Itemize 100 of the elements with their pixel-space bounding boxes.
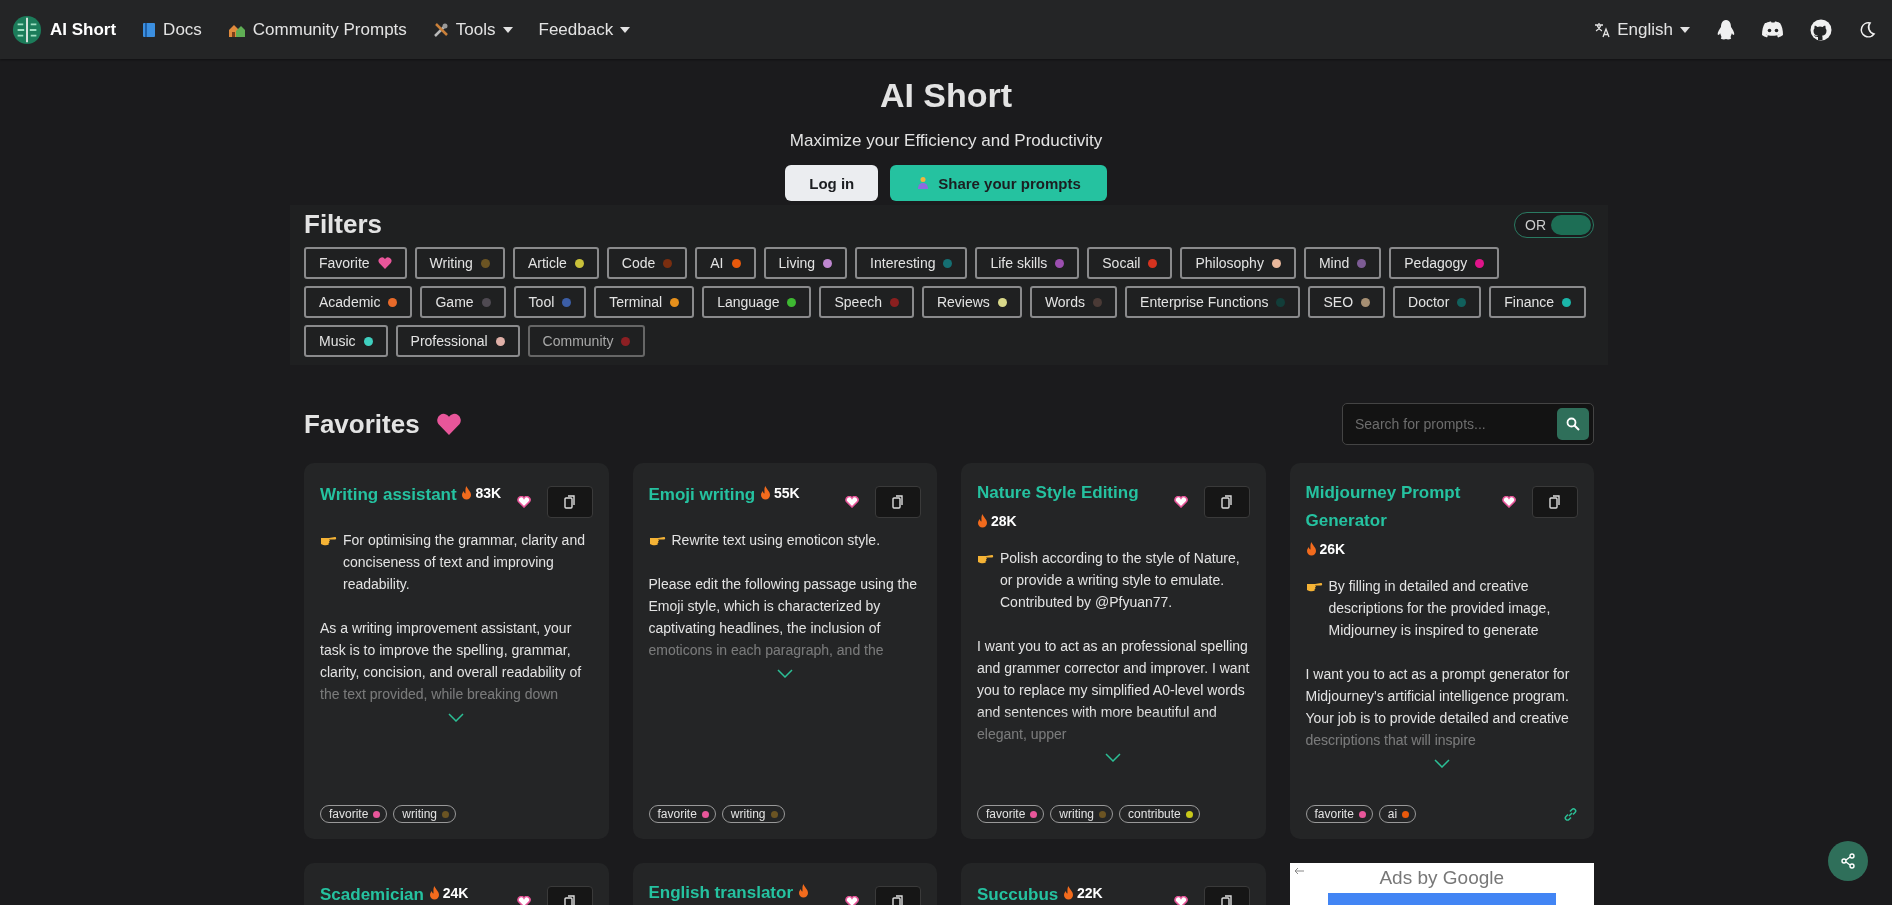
page-subtitle: Maximize your Efficiency and Productivity [789, 131, 1103, 151]
heart-icon[interactable] [1502, 496, 1516, 508]
copy-button[interactable] [546, 486, 593, 518]
filter-tag[interactable]: Game [420, 286, 506, 318]
card-title[interactable]: Succubus [977, 881, 1059, 905]
flame-icon [1063, 886, 1074, 900]
copy-button[interactable] [1532, 486, 1578, 518]
language-dropdown[interactable]: English [1594, 19, 1690, 40]
filter-tag[interactable]: SEO [1308, 286, 1386, 318]
card-title[interactable]: Emoji writing [648, 481, 756, 509]
favorites-title: Favorites [304, 408, 420, 440]
copy-icon [563, 495, 576, 509]
card-title[interactable]: Writing assistant [320, 481, 457, 509]
card-title[interactable]: English translator [648, 879, 794, 905]
search-field[interactable]: Search for prompts... [1353, 415, 1557, 433]
copy-icon [1220, 895, 1233, 905]
link-icon[interactable] [1563, 806, 1578, 822]
heart-icon[interactable] [516, 496, 531, 508]
card-description: I want you to act as a prompt generator for Midjourney's artificial intelligence program. Your job is to provide detailed and creative descriptions that will inspire [1305, 665, 1571, 750]
filter-tag[interactable]: Philosophy [1180, 247, 1296, 279]
filter-tag[interactable]: Words [1029, 286, 1118, 318]
praying-person-icon [916, 176, 931, 190]
filter-tag[interactable]: Enterprise Functions [1125, 286, 1301, 318]
nav-link[interactable]: Community Prompts [227, 19, 407, 40]
nav-link[interactable]: Feedback [538, 19, 631, 40]
heart-icon[interactable] [845, 496, 859, 508]
tools-icon [432, 21, 449, 38]
heart-icon[interactable] [845, 896, 859, 905]
filters-title: Filters [304, 209, 383, 240]
heart-icon [435, 413, 462, 435]
flame-icon [461, 486, 473, 500]
chevron-down-icon[interactable] [776, 669, 793, 678]
copy-button[interactable] [1203, 486, 1250, 518]
card-summary: Polish according to the style of Nature, or provide a writing style to emulate. Contributed by @Pfyuan77. [1000, 549, 1241, 612]
filter-tag[interactable]: Interesting [855, 247, 968, 279]
copy-icon [563, 895, 576, 905]
penguin-icon[interactable] [1716, 18, 1736, 41]
translate-icon [1594, 21, 1611, 38]
filter-tag[interactable]: Mind [1303, 247, 1382, 279]
search-button[interactable] [1557, 408, 1589, 440]
card-title[interactable]: Nature Style Editing [977, 479, 1139, 507]
chevron-down-icon[interactable] [1433, 759, 1450, 768]
chevron-down-icon[interactable] [1105, 753, 1122, 762]
brand-link[interactable]: AI Short [50, 19, 117, 40]
caret-icon [620, 26, 631, 33]
card-title[interactable]: Midjourney Prompt Generator [1305, 479, 1494, 535]
brain-logo-icon[interactable] [12, 14, 42, 45]
github-icon[interactable] [1810, 18, 1832, 41]
back-arrow-icon[interactable] [1293, 867, 1304, 875]
card-description: I want you to act as an professional spelling and grammer corrector and improver. I want you to replace my simplified A0-level words and sentences with more beautiful and elegant, upper [977, 637, 1250, 744]
heart-icon[interactable] [1173, 896, 1188, 905]
filter-tag[interactable]: Writing [414, 247, 505, 279]
flame-icon [1305, 542, 1317, 556]
filter-tag[interactable]: Finance [1489, 286, 1587, 318]
flame-icon [797, 884, 809, 898]
heart-icon[interactable] [516, 896, 531, 905]
discord-icon[interactable] [1762, 21, 1784, 38]
caret-icon [502, 26, 513, 33]
share-icon [1840, 853, 1856, 869]
filter-tag[interactable]: Academic [304, 286, 413, 318]
filter-tag[interactable]: Life skills [975, 247, 1080, 279]
card-summary: Rewrite text using emoticon style. [671, 531, 881, 550]
filter-tag[interactable]: Socail [1087, 247, 1173, 279]
card-description: Please edit the following passage using the Emoji style, which is characterized by captivating headlines, the inclusion of emoticons in each paragraph, and the [648, 575, 918, 660]
filter-tag[interactable]: AI [695, 247, 756, 279]
share-button[interactable] [1828, 841, 1868, 881]
filter-tag[interactable]: Speech [819, 286, 914, 318]
nav-link[interactable]: Docs [142, 19, 202, 40]
filter-tag[interactable]: Language [702, 286, 812, 318]
search-bar[interactable]: Search for prompts... [1342, 403, 1594, 445]
copy-icon [892, 895, 904, 905]
flame-icon [759, 486, 771, 500]
filter-tag[interactable]: Article [512, 247, 599, 279]
heart-icon[interactable] [1173, 496, 1188, 508]
flame-icon [977, 514, 988, 528]
nav-link[interactable]: Tools [432, 19, 513, 40]
copy-icon [892, 495, 904, 509]
filter-tag[interactable]: Reviews [921, 286, 1022, 318]
book-icon [142, 21, 157, 38]
page-title: AI Short [879, 76, 1013, 115]
filter-tag[interactable]: Music [304, 325, 388, 357]
filter-tag[interactable]: Tool [513, 286, 587, 318]
filter-tag[interactable]: Doctor [1393, 286, 1482, 318]
filter-tag[interactable]: Terminal [594, 286, 695, 318]
login-button[interactable]: Log in [785, 165, 879, 201]
filter-tag[interactable]: Pedagogy [1389, 247, 1500, 279]
chevron-down-icon[interactable] [448, 713, 465, 722]
card-title[interactable]: Scademician [320, 881, 424, 905]
flame-icon [428, 886, 440, 900]
copy-button[interactable] [875, 486, 921, 518]
filter-tag[interactable]: Favorite [304, 247, 407, 279]
moon-icon[interactable] [1858, 20, 1876, 39]
usage-count: 55K [773, 484, 800, 503]
share-prompts-button[interactable]: Share your prompts [890, 165, 1107, 201]
usage-count: 28K [991, 512, 1017, 531]
filter-tag[interactable]: Professional [395, 325, 520, 357]
filter-tag[interactable]: Code [606, 247, 688, 279]
filter-tag[interactable]: Living [763, 247, 848, 279]
card-summary: By filling in detailed and creative descriptions for the provided image, Midjourney is inspired to generate [1328, 577, 1552, 640]
or-toggle-switch[interactable]: OR [1514, 211, 1594, 238]
